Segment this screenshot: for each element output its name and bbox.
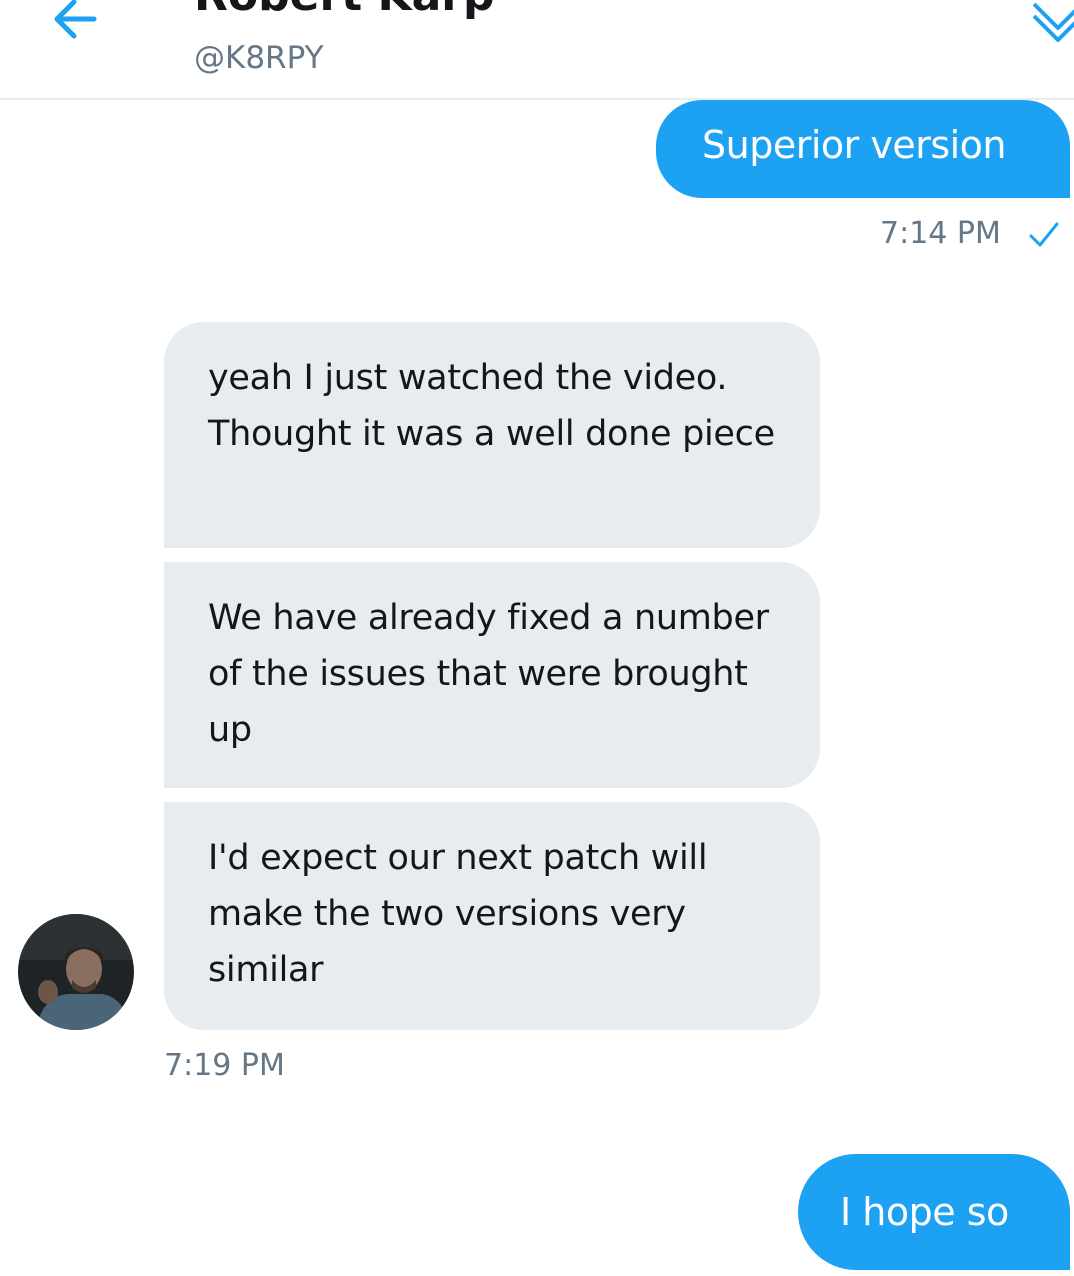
check-icon — [1029, 222, 1059, 247]
message-text: I'd expect our next patch will make the … — [208, 838, 708, 990]
message-text: I hope so — [840, 1190, 1009, 1234]
arrow-left-icon[interactable] — [48, 0, 108, 44]
contact-name: Robert Karp — [194, 0, 494, 21]
sent-message-bubble[interactable]: Superior version — [656, 100, 1070, 198]
message-timestamp: 7:19 PM — [164, 1048, 285, 1083]
contact-handle: @K8RPY — [194, 40, 324, 76]
received-message-bubble[interactable]: We have already fixed a number of the is… — [164, 562, 820, 788]
received-message-bubble[interactable]: I'd expect our next patch will make the … — [164, 802, 820, 1030]
chevron-down-icon[interactable] — [1030, 0, 1074, 46]
avatar[interactable] — [18, 914, 134, 1030]
received-message-bubble[interactable]: yeah I just watched the video. Thought i… — [164, 322, 820, 548]
message-timestamp: 7:14 PM — [880, 216, 1001, 251]
message-text: Superior version — [702, 123, 1007, 167]
message-text: yeah I just watched the video. Thought i… — [208, 358, 775, 454]
conversation-header: Robert Karp @K8RPY — [0, 0, 1074, 100]
sent-message-bubble[interactable]: I hope so — [798, 1154, 1070, 1270]
message-text: We have already fixed a number of the is… — [208, 598, 769, 750]
